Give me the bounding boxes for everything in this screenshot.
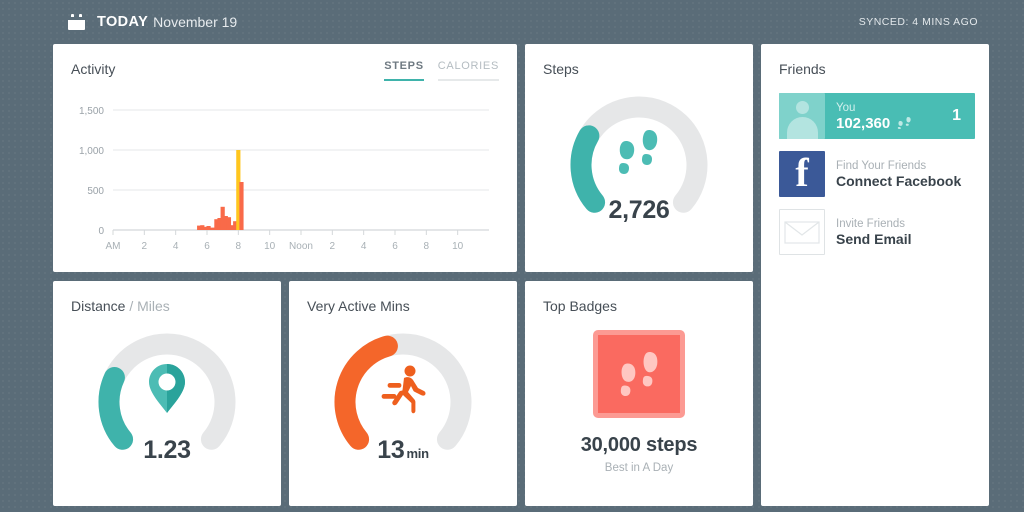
activity-card: Activity STEPS CALORIES 0 500 1,000 1,500 AM… (53, 44, 517, 272)
svg-text:AM: AM (106, 241, 121, 252)
activity-bar-chart: 0 500 1,000 1,500 AM 2 4 6 8 10 Noon 2 4 6 8 10 (79, 106, 489, 252)
svg-text:0: 0 (98, 226, 104, 237)
distance-gauge: 1.23 (53, 320, 281, 470)
app-header: TODAY November 19 SYNCED: 4 MINS AGO (0, 0, 1024, 44)
friend-you-label: You (836, 101, 856, 114)
friends-list: You 102,360 1 f Find Your Friends Connec… (761, 77, 989, 255)
friend-email-text: Invite Friends Send Email (825, 209, 975, 255)
steps-card-title: Steps (543, 61, 579, 77)
very-active-gauge: 13 min (289, 320, 517, 470)
envelope-icon (779, 209, 825, 255)
svg-text:Noon: Noon (289, 241, 313, 252)
top-badges-card: Top Badges 30,000 steps Best in A Day (525, 281, 753, 506)
svg-text:4: 4 (173, 241, 179, 252)
svg-text:2: 2 (142, 241, 148, 252)
activity-tabs: STEPS CALORIES (384, 60, 499, 81)
svg-text:1,500: 1,500 (79, 106, 104, 117)
friends-card-title: Friends (779, 61, 826, 77)
facebook-icon: f (779, 151, 825, 197)
activity-chart: 0 500 1,000 1,500 AM 2 4 6 8 10 Noon 2 4 6 8 10 (53, 88, 517, 272)
very-active-value: 13 min (289, 436, 517, 465)
friend-you-steps: 102,360 (836, 115, 952, 132)
email-action-label: Send Email (836, 230, 912, 247)
svg-text:6: 6 (204, 241, 210, 252)
tab-calories[interactable]: CALORIES (437, 60, 499, 81)
distance-card-title: Distance / Miles (53, 281, 281, 314)
tab-steps[interactable]: STEPS (384, 60, 424, 81)
header-today-label: TODAY (97, 14, 149, 30)
friend-row-email[interactable]: Invite Friends Send Email (779, 209, 975, 255)
svg-text:1,000: 1,000 (79, 146, 104, 157)
svg-text:4: 4 (361, 241, 367, 252)
mini-footprints-icon (897, 117, 913, 129)
facebook-action-label: Connect Facebook (836, 172, 962, 189)
steps-value: 2,726 (608, 196, 670, 224)
distance-title-sep: / (125, 298, 138, 314)
distance-title-main: Distance (71, 298, 126, 314)
svg-text:10: 10 (264, 241, 276, 252)
very-active-unit: min (406, 446, 430, 461)
footprints-badge-icon[interactable] (593, 330, 685, 418)
facebook-top-label: Find Your Friends (836, 159, 927, 172)
distance-value: 1.23 (143, 436, 191, 464)
distance-card: Distance / Miles 1.23 (53, 281, 281, 506)
very-active-card-title: Very Active Mins (307, 298, 410, 314)
badge-content: 30,000 steps Best in A Day (525, 330, 753, 474)
person-avatar-icon (779, 93, 825, 139)
badge-title: 30,000 steps (580, 434, 698, 456)
friends-card: Friends You 102,360 1 f Find Your Friend… (761, 44, 989, 506)
very-active-mins-card: Very Active Mins 13 min (289, 281, 517, 506)
friend-you-rank: 1 (952, 107, 961, 124)
email-top-label: Invite Friends (836, 217, 906, 230)
top-badges-card-title: Top Badges (543, 298, 617, 314)
svg-text:500: 500 (87, 186, 104, 197)
friend-row-you[interactable]: You 102,360 1 (779, 93, 975, 139)
map-pin-icon (53, 362, 281, 416)
steps-card: Steps 2,726 (525, 44, 753, 272)
steps-gauge: 2,726 (525, 83, 753, 233)
running-person-icon (289, 364, 517, 416)
svg-text:8: 8 (236, 241, 242, 252)
friend-facebook-text: Find Your Friends Connect Facebook (825, 151, 975, 197)
footprints-icon (525, 127, 753, 177)
header-date: November 19 (153, 14, 238, 30)
very-active-number: 13 (377, 436, 405, 464)
dashboard-grid: Activity STEPS CALORIES 0 500 1,000 1,500 AM… (53, 44, 989, 506)
svg-text:8: 8 (424, 241, 430, 252)
calendar-icon (68, 14, 85, 30)
svg-text:10: 10 (452, 241, 464, 252)
sync-status: SYNCED: 4 MINS AGO (858, 16, 978, 28)
distance-title-unit: Miles (137, 298, 170, 314)
svg-text:6: 6 (392, 241, 398, 252)
badge-subtitle: Best in A Day (604, 462, 674, 474)
friend-you-text: You 102,360 (825, 93, 952, 139)
svg-text:2: 2 (330, 241, 336, 252)
friend-row-facebook[interactable]: f Find Your Friends Connect Facebook (779, 151, 975, 197)
